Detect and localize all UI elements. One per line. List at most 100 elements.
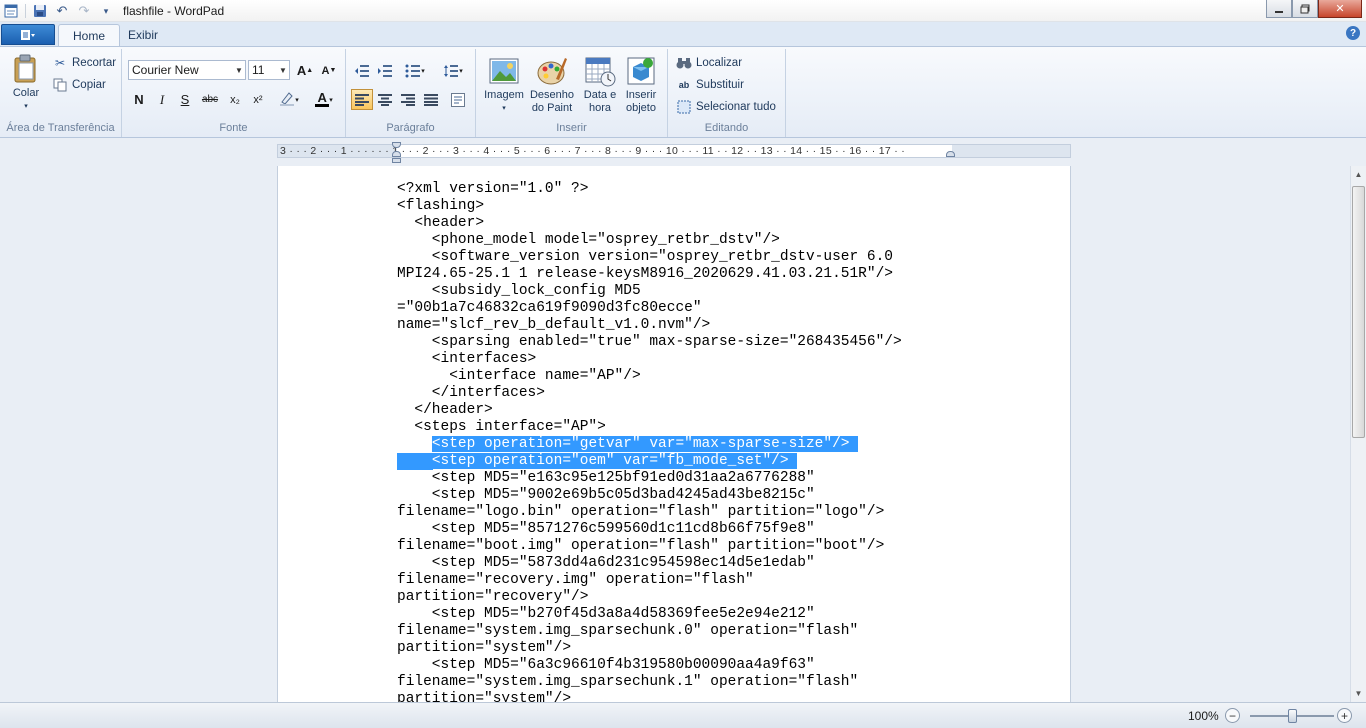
font-size-select[interactable]: 11 ▼ <box>248 60 290 80</box>
highlight-color-button[interactable]: ▾ <box>273 89 305 110</box>
italic-button[interactable]: I <box>151 89 173 110</box>
maximize-button[interactable] <box>1292 0 1318 18</box>
select-all-button[interactable]: Selecionar tudo <box>676 97 776 117</box>
align-left-button[interactable] <box>351 89 373 110</box>
bullets-button[interactable]: ▾ <box>398 60 432 81</box>
paint-drawing-button[interactable]: Desenho do Paint <box>528 55 576 115</box>
document-line[interactable]: <step operation="oem" var="fb_mode_set"/… <box>397 453 957 470</box>
text-color-button[interactable]: A ▾ <box>308 89 340 110</box>
zoom-slider-thumb[interactable] <box>1288 709 1297 723</box>
tab-home[interactable]: Home <box>58 24 121 47</box>
font-group: Courier New ▼ 11 ▼ A ▲ A ▼ N I S abc x₂ x²… <box>122 49 346 137</box>
object-icon <box>627 57 655 85</box>
document-line[interactable]: </header> <box>397 402 957 419</box>
document-line[interactable]: <interface name="AP"/> <box>397 368 957 385</box>
decrease-indent-button[interactable] <box>351 60 373 81</box>
paint-drawing-label-1: Desenho <box>529 89 575 101</box>
selected-text[interactable]: <step operation="getvar" var="max-sparse… <box>431 436 859 452</box>
document-line[interactable]: <step MD5="8571276c599560d1c11cd8b66f75f… <box>397 521 957 538</box>
shrink-font-button[interactable]: A ▼ <box>318 60 340 81</box>
document-line[interactable]: <step MD5="9002e69b5c05d3bad4245ad43be82… <box>397 487 957 504</box>
superscript-button[interactable]: x² <box>247 89 269 110</box>
justify-button[interactable] <box>420 89 442 110</box>
select-all-label: Selecionar tudo <box>696 101 776 113</box>
document-line[interactable]: <step MD5="e163c95e125bf91ed0d31aa2a6776… <box>397 470 957 487</box>
document-line[interactable]: MPI24.65-25.1 1 release-keysM8916_202062… <box>397 266 957 283</box>
document-line[interactable]: name="slcf_rev_b_default_v1.0.nvm"/> <box>397 317 957 334</box>
cut-button[interactable]: ✂ Recortar <box>52 53 116 73</box>
chevron-down-icon: ▾ <box>329 96 333 104</box>
document-line[interactable]: <?xml version="1.0" ?> <box>397 181 957 198</box>
document-line[interactable]: <header> <box>397 215 957 232</box>
font-family-select[interactable]: Courier New ▼ <box>128 60 246 80</box>
document-line[interactable]: filename="system.img_sparsechunk.1" oper… <box>397 674 957 691</box>
line-spacing-button[interactable]: ▾ <box>436 60 470 81</box>
justify-icon <box>424 93 438 106</box>
ruler-area: 3 · · · 2 · · · 1 · · · · · · 1 · · · 2 … <box>0 138 1366 166</box>
vertical-scrollbar[interactable]: ▲ ▼ <box>1350 166 1366 702</box>
scroll-up-icon[interactable]: ▲ <box>1351 166 1366 183</box>
document-line[interactable]: </interfaces> <box>397 385 957 402</box>
file-menu-button[interactable] <box>1 24 55 45</box>
align-right-button[interactable] <box>397 89 419 110</box>
align-center-button[interactable] <box>374 89 396 110</box>
insert-image-button[interactable]: Imagem ▾ <box>482 55 526 115</box>
clipboard-group: Colar ▾ ✂ Recortar Copiar Área de Transf… <box>0 49 122 137</box>
document-line[interactable]: <steps interface="AP"> <box>397 419 957 436</box>
strikethrough-button[interactable]: abc <box>197 89 223 110</box>
scroll-down-icon[interactable]: ▼ <box>1351 685 1366 702</box>
document-page[interactable]: <?xml version="1.0" ?> <flashing> <header… <box>277 166 1071 702</box>
paragraph-settings-button[interactable] <box>447 89 469 110</box>
grow-font-button[interactable]: A ▲ <box>294 60 316 81</box>
document-line[interactable]: partition="system"/> <box>397 640 957 657</box>
document-line[interactable]: <phone_model model="osprey_retbr_dstv"/> <box>397 232 957 249</box>
paste-button[interactable]: Colar ▾ <box>6 53 46 113</box>
document-line[interactable]: filename="system.img_sparsechunk.0" oper… <box>397 623 957 640</box>
document-text[interactable]: <?xml version="1.0" ?> <flashing> <header… <box>397 181 957 702</box>
document-line[interactable]: <step operation="getvar" var="max-sparse… <box>397 436 957 453</box>
find-button[interactable]: Localizar <box>676 53 742 73</box>
scroll-thumb[interactable] <box>1352 186 1365 438</box>
document-line[interactable]: <step MD5="b270f45d3a8a4d58369fee5e2e94e… <box>397 606 957 623</box>
document-line[interactable]: partition="recovery"/> <box>397 589 957 606</box>
chevron-down-icon: ▾ <box>421 67 425 75</box>
zoom-in-button[interactable]: + <box>1337 708 1352 723</box>
customize-qat-icon[interactable]: ▾ <box>95 2 117 20</box>
document-line[interactable]: <flashing> <box>397 198 957 215</box>
selected-text[interactable]: <step operation="oem" var="fb_mode_set"/… <box>431 453 798 469</box>
document-line[interactable]: <software_version version="osprey_retbr_… <box>397 249 957 266</box>
help-icon[interactable]: ? <box>1346 26 1360 40</box>
right-indent-marker[interactable] <box>946 151 955 157</box>
bold-button[interactable]: N <box>128 89 150 110</box>
increase-indent-button[interactable] <box>374 60 396 81</box>
document-line[interactable]: filename="logo.bin" operation="flash" pa… <box>397 504 957 521</box>
insert-object-button[interactable]: Inserir objeto <box>620 55 662 115</box>
close-button[interactable]: ✕ <box>1318 0 1362 18</box>
document-line[interactable]: <step MD5="6a3c96610f4b319580b00090aa4a9… <box>397 657 957 674</box>
underline-button[interactable]: S <box>174 89 196 110</box>
document-line[interactable]: partition="system"/> <box>397 691 957 702</box>
zoom-out-button[interactable]: − <box>1225 708 1240 723</box>
document-line[interactable]: filename="recovery.img" operation="flash… <box>397 572 957 589</box>
tab-view[interactable]: Exibir <box>114 24 172 46</box>
hanging-indent-marker[interactable] <box>392 151 401 157</box>
document-line[interactable]: filename="boot.img" operation="flash" pa… <box>397 538 957 555</box>
window-controls: ✕ <box>1266 0 1362 18</box>
wordpad-app-icon[interactable] <box>0 2 22 20</box>
redo-icon[interactable]: ↷ <box>73 2 95 20</box>
left-indent-marker[interactable] <box>392 158 401 163</box>
replace-button[interactable]: ab Substituir <box>676 75 744 95</box>
document-line[interactable]: <sparsing enabled="true" max-sparse-size… <box>397 334 957 351</box>
copy-button[interactable]: Copiar <box>52 75 106 95</box>
document-line[interactable]: <interfaces> <box>397 351 957 368</box>
subscript-button[interactable]: x₂ <box>224 89 246 110</box>
save-icon[interactable] <box>29 2 51 20</box>
date-time-button[interactable]: Data e hora <box>580 55 620 115</box>
document-line[interactable]: <subsidy_lock_config MD5 <box>397 283 957 300</box>
line-spacing-icon <box>444 64 459 77</box>
undo-icon[interactable]: ↶ <box>51 2 73 20</box>
minimize-button[interactable] <box>1266 0 1292 18</box>
document-line[interactable]: ="00b1a7c46832ca619f9090d3fc80ecce" <box>397 300 957 317</box>
document-line[interactable]: <step MD5="5873dd4a6d231c954598ec14d5e1e… <box>397 555 957 572</box>
insert-group: Imagem ▾ Desenho do Paint Data e hora In… <box>476 49 668 137</box>
